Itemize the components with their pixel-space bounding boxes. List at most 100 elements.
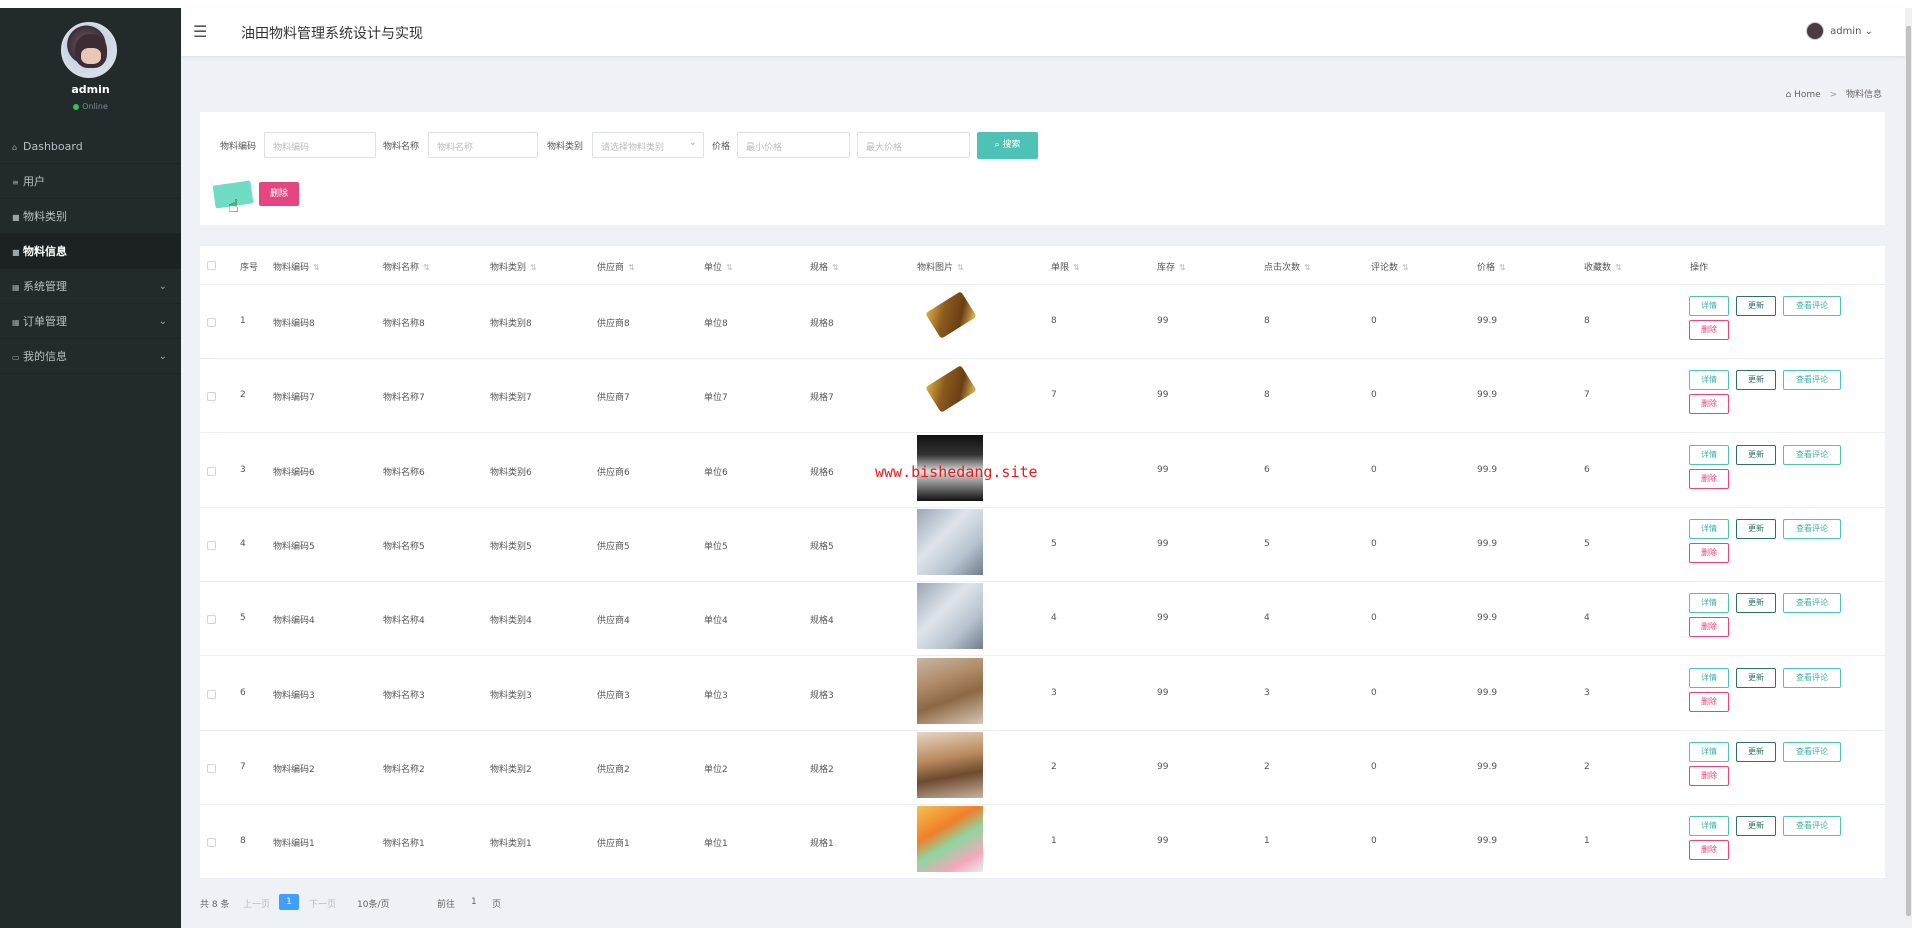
material-image[interactable] <box>917 286 983 352</box>
user-menu[interactable]: admin ⌄ <box>1806 22 1873 40</box>
sidebar-item-3[interactable]: ■ 物料信息 <box>0 234 181 269</box>
delete-button[interactable]: 删除 <box>1689 617 1729 638</box>
row-checkbox[interactable] <box>207 689 216 699</box>
view-reviews-button[interactable]: 查看评论 <box>1783 667 1841 688</box>
sort-icon[interactable]: ⇅ <box>1073 263 1080 272</box>
sort-icon[interactable]: ⇅ <box>1304 263 1311 272</box>
view-reviews-button[interactable]: 查看评论 <box>1783 741 1841 762</box>
avatar[interactable] <box>61 22 117 78</box>
view-reviews-button[interactable]: 查看评论 <box>1783 370 1841 391</box>
page-scrollbar[interactable] <box>1905 8 1912 928</box>
code-input[interactable]: 物料编码 <box>264 132 376 158</box>
view-reviews-button[interactable]: 查看评论 <box>1783 816 1841 837</box>
table-row[interactable]: 7 物料编码2 物料名称2 物料类别2 供应商2 单位2 规格2 2 99 2 0 99.9 2 详情 更新… <box>200 731 1885 805</box>
detail-button[interactable]: 详情 <box>1689 370 1729 391</box>
material-image[interactable] <box>917 806 983 873</box>
goto-page-input[interactable]: 1 <box>471 897 477 907</box>
detail-button[interactable]: 详情 <box>1689 816 1729 837</box>
sidebar-item-6[interactable]: ▭ 我的信息 ⌄ <box>0 339 181 374</box>
table-row[interactable]: 4 物料编码5 物料名称5 物料类别5 供应商5 单位5 规格5 5 99 5 0 99.9 5 详情 更新… <box>200 508 1885 582</box>
column-header-1[interactable]: 物料编码 ⇅ <box>273 260 320 273</box>
column-header-13[interactable]: 收藏数 ⇅ <box>1584 260 1622 273</box>
column-header-10[interactable]: 点击次数 ⇅ <box>1264 260 1311 273</box>
page-number-current[interactable]: 1 <box>279 894 299 910</box>
delete-button[interactable]: 删除 <box>1689 840 1729 861</box>
material-image[interactable] <box>917 360 983 427</box>
table-row[interactable]: 3 物料编码6 物料名称6 物料类别6 供应商6 单位6 规格6 99 6 0 99.9 6 详情 更新查… <box>200 434 1885 508</box>
sort-icon[interactable]: ⇅ <box>313 263 320 272</box>
price-max-input[interactable]: 最大价格 <box>857 132 970 158</box>
update-button[interactable]: 更新 <box>1736 816 1776 837</box>
delete-button[interactable]: 删除 <box>1689 765 1729 786</box>
next-page-button[interactable]: 下一页 <box>309 897 336 910</box>
column-header-8[interactable]: 单限 ⇅ <box>1051 260 1080 273</box>
view-reviews-button[interactable]: 查看评论 <box>1783 296 1841 316</box>
table-row[interactable]: 6 物料编码3 物料名称3 物料类别3 供应商3 单位3 规格3 3 99 3 0 99.9 3 详情 更新… <box>200 657 1885 731</box>
sidebar-item-0[interactable]: ⌂ Dashboard <box>0 129 181 164</box>
menu-toggle-icon[interactable]: ☰ <box>193 22 207 41</box>
detail-button[interactable]: 详情 <box>1689 741 1729 762</box>
scrollbar-thumb[interactable] <box>1906 26 1911 916</box>
update-button[interactable]: 更新 <box>1736 593 1776 614</box>
row-checkbox[interactable] <box>207 466 216 476</box>
sidebar-item-5[interactable]: ▦ 订单管理 ⌄ <box>0 304 181 339</box>
update-button[interactable]: 更新 <box>1736 518 1776 539</box>
column-header-3[interactable]: 物料类别 ⇅ <box>490 260 537 273</box>
column-header-0[interactable]: 序号 <box>240 260 258 273</box>
column-header-9[interactable]: 库存 ⇅ <box>1157 260 1186 273</box>
table-row[interactable]: 1 物料编码8 物料名称8 物料类别8 供应商8 单位8 规格8 8 99 8 0 99.9 8 详情 更新… <box>200 285 1885 359</box>
search-button[interactable]: ⌕ 搜索 <box>977 132 1038 159</box>
column-header-6[interactable]: 规格 ⇅ <box>810 260 839 273</box>
view-reviews-button[interactable]: 查看评论 <box>1783 593 1841 614</box>
detail-button[interactable]: 详情 <box>1689 593 1729 614</box>
sort-icon[interactable]: ⇅ <box>628 263 635 272</box>
sort-icon[interactable]: ⇅ <box>726 263 733 272</box>
prev-page-button[interactable]: 上一页 <box>243 897 270 910</box>
delete-button[interactable]: 删除 <box>1689 320 1729 340</box>
sidebar-item-4[interactable]: ▦ 系统管理 ⌄ <box>0 269 181 304</box>
sort-icon[interactable]: ⇅ <box>957 263 964 272</box>
sidebar-item-2[interactable]: ■ 物料类别 <box>0 199 181 234</box>
sort-icon[interactable]: ⇅ <box>832 263 839 272</box>
detail-button[interactable]: 详情 <box>1689 444 1729 465</box>
row-checkbox[interactable] <box>207 615 216 625</box>
view-reviews-button[interactable]: 查看评论 <box>1783 444 1841 465</box>
select-all-checkbox[interactable] <box>207 261 216 270</box>
row-checkbox[interactable] <box>207 318 216 327</box>
material-image[interactable] <box>917 657 983 724</box>
breadcrumb-home[interactable]: Home <box>1794 90 1821 100</box>
table-row[interactable]: 5 物料编码4 物料名称4 物料类别4 供应商4 单位4 规格4 4 99 4 0 99.9 4 详情 更新… <box>200 582 1885 657</box>
batch-delete-button[interactable]: 删除 <box>259 182 299 206</box>
sort-icon[interactable]: ⇅ <box>423 263 430 272</box>
material-image[interactable] <box>917 583 983 650</box>
price-min-input[interactable]: 最小价格 <box>737 132 850 158</box>
update-button[interactable]: 更新 <box>1736 370 1776 391</box>
update-button[interactable]: 更新 <box>1736 667 1776 688</box>
column-header-4[interactable]: 供应商 ⇅ <box>597 260 635 273</box>
detail-button[interactable]: 详情 <box>1689 518 1729 539</box>
row-checkbox[interactable] <box>207 392 216 402</box>
row-checkbox[interactable] <box>207 540 216 550</box>
view-reviews-button[interactable]: 查看评论 <box>1783 518 1841 539</box>
update-button[interactable]: 更新 <box>1736 444 1776 465</box>
column-header-5[interactable]: 单位 ⇅ <box>704 260 733 273</box>
detail-button[interactable]: 详情 <box>1689 296 1729 316</box>
sort-icon[interactable]: ⇅ <box>530 263 537 272</box>
sort-icon[interactable]: ⇅ <box>1615 263 1622 272</box>
column-header-14[interactable]: 操作 <box>1690 260 1708 273</box>
table-row[interactable]: 8 物料编码1 物料名称1 物料类别1 供应商1 单位1 规格1 1 99 1 0 99.9 1 详情 更新… <box>200 805 1885 880</box>
sidebar-item-1[interactable]: ≡ 用户 <box>0 164 181 199</box>
column-header-2[interactable]: 物料名称 ⇅ <box>383 260 430 273</box>
name-input[interactable]: 物料名称 <box>428 132 538 158</box>
category-select[interactable]: 请选择物料类别 <box>592 132 704 158</box>
delete-button[interactable]: 删除 <box>1689 542 1729 563</box>
page-size-select[interactable]: 10条/页 <box>357 897 390 910</box>
sort-icon[interactable]: ⇅ <box>1179 263 1186 272</box>
column-header-12[interactable]: 价格 ⇅ <box>1477 260 1506 273</box>
row-checkbox[interactable] <box>207 838 216 848</box>
detail-button[interactable]: 详情 <box>1689 667 1729 688</box>
row-checkbox[interactable] <box>207 763 216 773</box>
delete-button[interactable]: 删除 <box>1689 691 1729 712</box>
sort-icon[interactable]: ⇅ <box>1499 263 1506 272</box>
update-button[interactable]: 更新 <box>1736 296 1776 316</box>
